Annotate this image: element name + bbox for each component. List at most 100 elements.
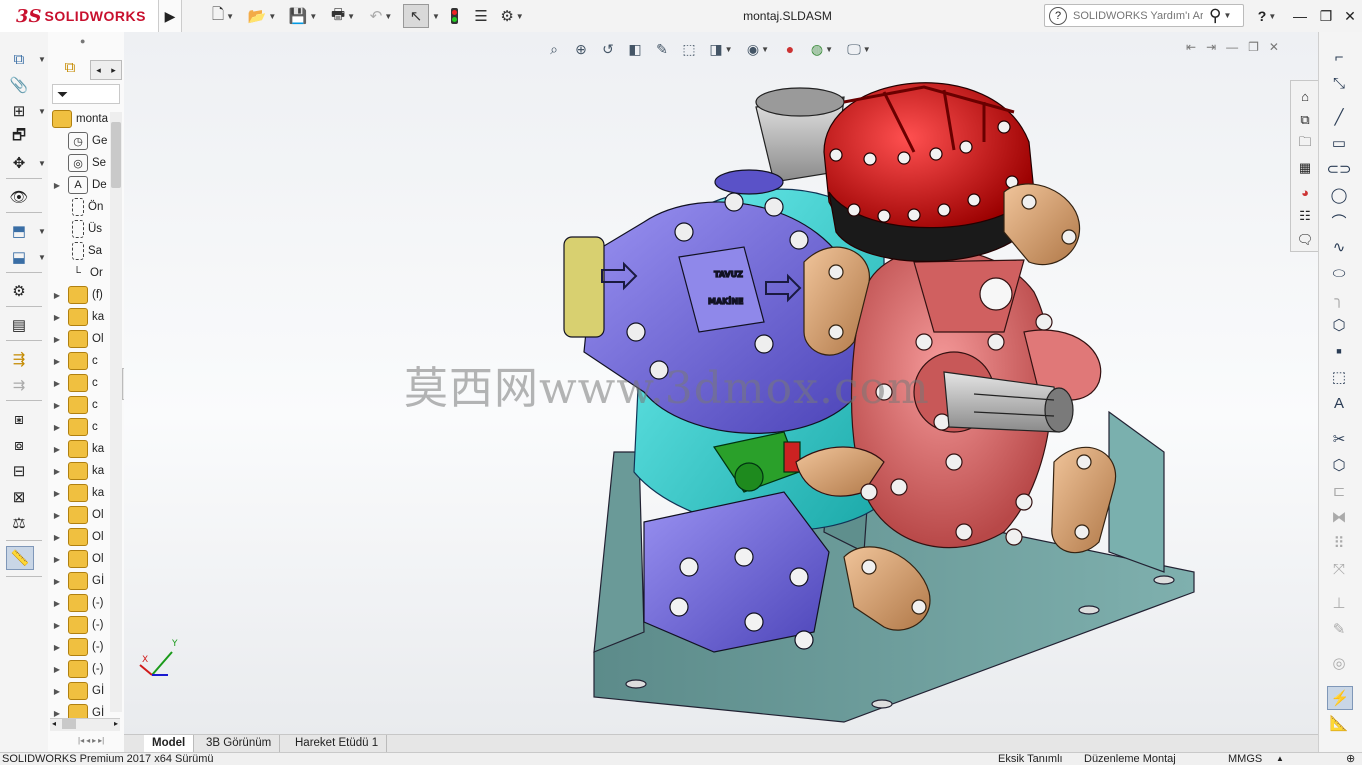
file-properties-button[interactable]: ☰ <box>470 4 492 28</box>
close-button[interactable]: ✕ <box>1338 4 1362 28</box>
expand-arrow-icon[interactable]: ▶ <box>52 533 62 542</box>
rectangle-icon[interactable]: ▭ <box>1327 132 1351 154</box>
tab-model[interactable]: Model <box>144 735 195 752</box>
point-icon[interactable]: ■ <box>1327 340 1351 362</box>
quick-snaps-icon[interactable]: ◎ <box>1327 652 1351 674</box>
insert-components-button[interactable]: ⧉ ▼ <box>6 48 46 70</box>
design-library-icon[interactable]: ⧉ <box>1294 109 1316 131</box>
offset-icon[interactable]: ⊏ <box>1327 480 1351 502</box>
convert-entities-icon[interactable]: ⬡ <box>1327 454 1351 476</box>
search-dropdown-icon[interactable]: ▼ <box>1223 11 1231 20</box>
mirror-icon[interactable]: ⧓ <box>1327 506 1351 528</box>
expand-arrow-icon[interactable]: ▶ <box>52 401 62 410</box>
solidworks-logo[interactable]: 3S SOLIDWORKS <box>0 0 158 32</box>
expand-arrow-icon[interactable]: ▶ <box>52 709 62 718</box>
custom-properties-icon[interactable]: ☷ <box>1294 205 1316 227</box>
explode-line-sketch-button[interactable]: ⇉ <box>6 374 32 396</box>
view-palette-icon[interactable]: ▦ <box>1294 157 1316 179</box>
fillet-icon[interactable]: ╮ <box>1327 288 1351 310</box>
scroll-right-arrow-icon[interactable]: ▸ <box>114 719 118 728</box>
display-relations-icon[interactable]: ⊥ <box>1327 592 1351 614</box>
restore-button[interactable]: ❐ <box>1314 4 1338 28</box>
forum-icon[interactable]: 🗨 <box>1294 229 1316 251</box>
search-icon[interactable]: ⚲ <box>1209 6 1221 26</box>
line-icon[interactable]: ╱ <box>1327 106 1351 128</box>
expand-arrow-icon[interactable]: ▶ <box>52 577 62 586</box>
clearance-verification-button[interactable]: ⧇ <box>6 434 32 456</box>
tree-scrollbar[interactable] <box>110 112 122 712</box>
tab-motion-study[interactable]: Hareket Etüdü 1 <box>287 735 388 752</box>
units-dropdown-icon[interactable]: ▲ <box>1276 753 1284 765</box>
file-explorer-icon[interactable]: 🗀 <box>1294 133 1316 155</box>
mass-properties-button[interactable]: ⚖ <box>6 512 32 534</box>
minimize-button[interactable]: — <box>1288 4 1312 28</box>
tree-filter-box[interactable]: ⏷ <box>52 84 120 104</box>
sketch-icon[interactable]: ⌐ <box>1327 46 1351 68</box>
scroll-right-icon[interactable]: ▸ <box>106 61 121 79</box>
text-icon[interactable]: A <box>1327 392 1351 414</box>
expand-arrow-icon[interactable]: ▶ <box>52 665 62 674</box>
hole-alignment-button[interactable]: ⊟ <box>6 460 32 482</box>
tab-first-icon[interactable]: |◂ <box>78 736 84 750</box>
arc-icon[interactable]: ⌒ <box>1327 210 1351 232</box>
tree-tab-scroller[interactable]: ◂ ▸ <box>90 60 122 80</box>
slot-icon[interactable]: ⊂⊃ <box>1326 158 1351 180</box>
expand-arrow-icon[interactable]: ▶ <box>52 599 62 608</box>
bill-of-materials-button[interactable]: ▤ <box>6 314 32 336</box>
new-motion-study-button[interactable]: ⚙ <box>6 280 32 302</box>
graphics-area[interactable]: ⌕ ⊕ ↺ ◧ ✎ ⬚ ◨▼ ◉▼ ● ◍▼ 🖵▼ ⇤ ⇥ — ❐ ✕ <box>124 32 1318 734</box>
rapid-sketch-icon[interactable]: ⚡ <box>1327 686 1353 710</box>
tree-horizontal-scrollbar[interactable]: ◂ ▸ <box>50 718 120 731</box>
instant2d-icon[interactable]: 📐 <box>1327 712 1351 734</box>
open-button[interactable]: 📂 ▼ <box>246 4 278 28</box>
help-menu-button[interactable]: ? ▼ <box>1252 4 1282 28</box>
linear-pattern-button[interactable]: ⊞ ▼ <box>6 100 46 122</box>
expand-arrow-icon[interactable]: ▶ <box>52 379 62 388</box>
show-hidden-button[interactable]: 👁 <box>6 186 32 208</box>
move-component-button[interactable]: ✥ ▼ <box>6 152 46 174</box>
expand-arrow-icon[interactable]: ▶ <box>52 291 62 300</box>
tab-prev-icon[interactable]: ◂ <box>86 736 90 750</box>
assembly-features-button[interactable]: ⬒ ▼ <box>6 220 46 242</box>
tab-next-icon[interactable]: ▸ <box>92 736 96 750</box>
status-units[interactable]: MMGS <box>1228 753 1262 765</box>
linear-sketch-pattern-icon[interactable]: ⠿ <box>1327 532 1351 554</box>
solidworks-resources-icon[interactable]: ⌂ <box>1294 85 1316 107</box>
pane-grip-icon[interactable]: ● <box>80 36 85 46</box>
scroll-left-icon[interactable]: ◂ <box>91 61 106 79</box>
select-dropdown-button[interactable]: ▼ <box>429 4 441 28</box>
smart-dimension-icon[interactable]: ⤡ <box>1327 72 1351 94</box>
expand-arrow-icon[interactable]: ▶ <box>52 467 62 476</box>
move-entities-icon[interactable]: ⤧ <box>1327 558 1351 580</box>
help-search-input[interactable] <box>1071 8 1205 23</box>
tab-scroll-buttons[interactable]: |◂ ◂ ▸ ▸| <box>78 736 136 750</box>
new-document-button[interactable]: 🗋 ▼ <box>208 4 238 28</box>
expand-arrow-icon[interactable]: ▶ <box>52 181 62 190</box>
trim-icon[interactable]: ✂ <box>1327 428 1351 450</box>
interference-detection-button[interactable]: ⧆ <box>6 408 32 430</box>
tab-last-icon[interactable]: ▸| <box>98 736 104 750</box>
expand-arrow-icon[interactable]: ▶ <box>52 511 62 520</box>
repair-sketch-icon[interactable]: ✎ <box>1327 618 1351 640</box>
tree-scrollbar-thumb[interactable] <box>111 122 121 188</box>
spline-icon[interactable]: ∿ <box>1327 236 1351 258</box>
undo-button[interactable]: ↶ ▼ <box>364 4 398 28</box>
smart-fasteners-button[interactable]: 🗗 <box>6 126 32 148</box>
expand-arrow-icon[interactable]: ▶ <box>52 643 62 652</box>
ellipse-icon[interactable]: ⬭ <box>1327 262 1351 284</box>
expand-arrow-icon[interactable]: ▶ <box>52 357 62 366</box>
polygon-icon[interactable]: ⬡ <box>1327 314 1351 336</box>
expand-arrow-icon[interactable]: ▶ <box>52 335 62 344</box>
select-button[interactable]: ↖ <box>403 4 429 28</box>
print-button[interactable]: 🖶 ▼ <box>326 4 360 28</box>
expand-arrow-icon[interactable]: ▶ <box>52 621 62 630</box>
options-button[interactable]: ⚙ ▼ <box>496 4 528 28</box>
feature-manager-tab-icon[interactable]: ⧉ <box>58 56 82 78</box>
help-search-box[interactable]: ? ⚲ ▼ <box>1044 4 1244 27</box>
centerline-icon[interactable]: ⬚ <box>1327 366 1351 388</box>
expand-arrow-icon[interactable]: ▶ <box>52 313 62 322</box>
measure-button[interactable]: ⊠ <box>6 486 32 508</box>
tab-3d-view[interactable]: 3B Görünüm <box>198 735 281 752</box>
expand-arrow-icon[interactable]: ▶ <box>52 423 62 432</box>
circle-icon[interactable]: ◯ <box>1327 184 1351 206</box>
